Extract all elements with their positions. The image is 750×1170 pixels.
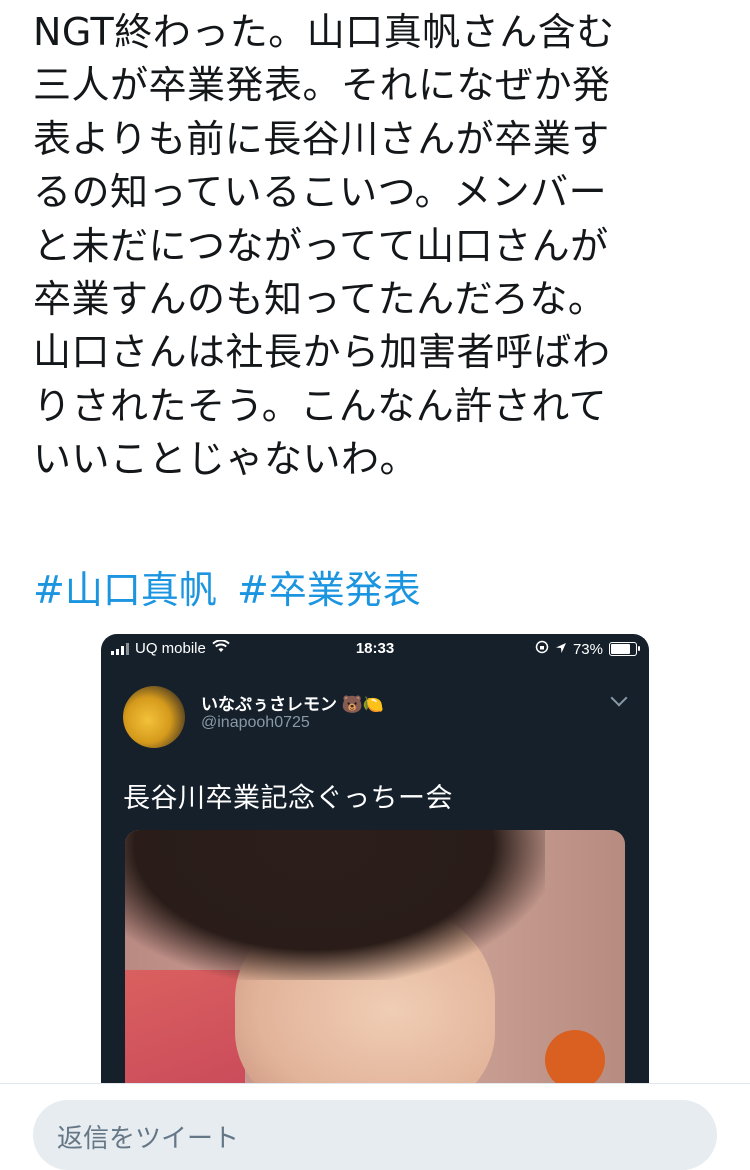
divider [0, 1083, 750, 1084]
tweet-line: 三人が卒業発表。それになぜか発 [33, 63, 611, 108]
battery-percent: 73% [572, 640, 603, 658]
display-name[interactable]: いなぷぅさレモン 🐻🍋 [201, 690, 384, 715]
status-bar: UQ mobile 18:33 73% [101, 634, 649, 664]
hashtag-link[interactable]: #山口真帆 [33, 568, 217, 612]
battery-icon [609, 642, 640, 656]
hashtag-link[interactable]: #卒業発表 [237, 568, 421, 612]
tweet-line: 山口さんは社長から加害者呼ばわ [33, 330, 611, 375]
avatar[interactable] [123, 686, 185, 748]
location-arrow-icon [555, 641, 567, 658]
user-handle[interactable]: @inapooh0725 [201, 714, 310, 732]
tweet-line: と未だにつながってて山口さんが [33, 223, 609, 268]
status-bar-right: 73% [535, 640, 640, 658]
embedded-photo[interactable] [125, 830, 625, 1084]
embedded-tweet-text: 長谷川卒業記念ぐっちー会 [123, 783, 453, 813]
tweet-line: NGT終わった。山口真帆さん含む [33, 10, 615, 54]
name-emojis: 🐻🍋 [341, 695, 385, 714]
embedded-screenshot[interactable]: UQ mobile 18:33 73% いなぷぅさレモン 🐻🍋 @inapooh… [101, 634, 649, 1084]
tweet-line: りされたそう。こんなん許されて [33, 383, 608, 428]
tweet-line: 表よりも前に長谷川さんが卒業す [33, 116, 610, 161]
tweet-line: いいことじゃないわ。 [33, 437, 419, 482]
reply-input[interactable]: 返信をツイート [33, 1100, 717, 1170]
chevron-down-icon[interactable] [610, 689, 628, 707]
tweet-text: NGT終わった。山口真帆さん含む 三人が卒業発表。それになぜか発 表よりも前に長… [33, 6, 723, 487]
display-name-text: いなぷぅさレモン [201, 695, 337, 714]
tweet-line: るの知っているこいつ。メンバー [33, 170, 608, 215]
reply-placeholder: 返信をツイート [57, 1124, 240, 1154]
tweet-line: 卒業すんのも知ってたんだろな。 [33, 276, 607, 321]
rotation-lock-icon [535, 640, 549, 658]
hashtags: #山口真帆 #卒業発表 [33, 564, 429, 617]
